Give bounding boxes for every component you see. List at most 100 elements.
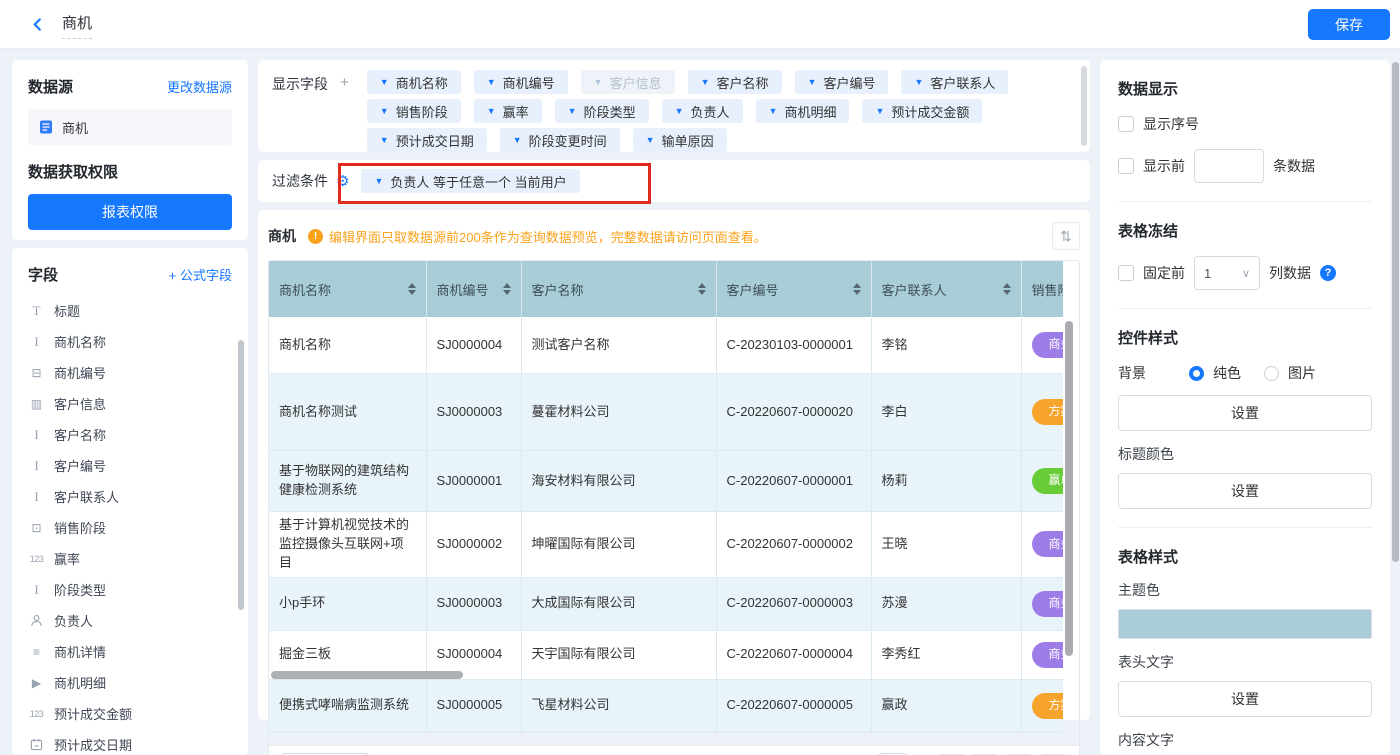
field-item[interactable]: ⊟商机编号: [28, 357, 232, 388]
show-first-checkbox[interactable]: [1118, 158, 1134, 174]
chevron-down-icon: ▼: [769, 106, 778, 116]
cell-text: C-20220607-0000005: [727, 697, 854, 712]
field-item[interactable]: I阶段类型: [28, 574, 232, 605]
back-icon[interactable]: [26, 13, 48, 35]
table-horizontal-scrollbar[interactable]: [271, 671, 463, 679]
display-field-chip[interactable]: ▼ 商机明细: [756, 99, 850, 123]
solid-color-radio[interactable]: [1189, 366, 1204, 381]
field-item[interactable]: ≡商机详情: [28, 636, 232, 667]
row-limit-input[interactable]: [1194, 149, 1264, 183]
table-cell: 基于物联网的建筑结构健康检测系统: [269, 451, 426, 512]
column-header[interactable]: 销售阶段: [1021, 261, 1063, 317]
freeze-checkbox[interactable]: [1118, 265, 1134, 281]
image-radio[interactable]: [1264, 366, 1279, 381]
display-field-chip[interactable]: ▼阶段类型: [555, 99, 649, 123]
table-row[interactable]: 商机名称SJ0000004测试客户名称C-20230103-0000001李铭商…: [269, 317, 1063, 374]
sort-arrows-icon[interactable]: [503, 283, 511, 295]
column-header[interactable]: 客户联系人: [871, 261, 1021, 317]
field-item-label: 预计成交日期: [54, 735, 132, 754]
page-scrollbar[interactable]: [1392, 62, 1399, 562]
preview-notice: ! 编辑界面只取数据源前200条作为查询数据预览，完整数据请访问页面查看。: [308, 227, 767, 246]
display-field-chip[interactable]: ▼商机名称: [367, 70, 461, 94]
document-icon: [38, 119, 54, 135]
sort-order-button[interactable]: ⇅: [1052, 222, 1080, 250]
table-cell: 小p手环: [269, 577, 426, 630]
table-cell: SJ0000004: [426, 317, 521, 374]
freeze-count-select[interactable]: 1 ∨: [1194, 256, 1260, 290]
sort-arrows-icon[interactable]: [698, 283, 706, 295]
gear-icon[interactable]: ⚙: [336, 174, 349, 189]
display-field-chip[interactable]: ▼客户信息: [581, 70, 675, 94]
column-header-label: 商机名称: [279, 280, 331, 299]
sort-arrows-icon[interactable]: [853, 283, 861, 295]
chevron-down-icon: ▼: [808, 77, 817, 87]
field-item[interactable]: ⊡销售阶段: [28, 512, 232, 543]
chip-label: 商机明细: [784, 102, 836, 121]
header-text-set-button[interactable]: 设置: [1118, 681, 1372, 717]
table-row[interactable]: 基于物联网的建筑结构健康检测系统SJ0000001海安材料有限公司C-20220…: [269, 451, 1063, 512]
field-item[interactable]: T标题: [28, 295, 232, 326]
display-field-chip[interactable]: ▼预计成交日期: [367, 128, 487, 152]
person-icon: [28, 614, 45, 627]
column-header[interactable]: 商机名称: [269, 261, 426, 317]
table-cell: C-20220607-0000002: [716, 512, 871, 578]
change-datasource-link[interactable]: 更改数据源: [167, 77, 232, 96]
sort-arrows-icon[interactable]: [1003, 283, 1011, 295]
table-row[interactable]: 基于计算机视觉技术的监控摄像头互联网+项目SJ0000002坤曜国际有限公司C-…: [269, 512, 1063, 578]
display-field-chip[interactable]: ▼客户名称: [688, 70, 782, 94]
display-field-chip[interactable]: ▼负责人: [662, 99, 743, 123]
add-formula-field-link[interactable]: + 公式字段: [169, 265, 232, 284]
background-set-button[interactable]: 设置: [1118, 395, 1372, 431]
filter-condition-chip[interactable]: ▼ 负责人 等于任意一个 当前用户: [361, 169, 579, 193]
field-item[interactable]: ▥客户信息: [28, 388, 232, 419]
fields-scrollbar[interactable]: [238, 340, 244, 610]
table-cell: 基于计算机视觉技术的监控摄像头互联网+项目: [269, 512, 426, 578]
table-vertical-scrollbar[interactable]: [1065, 321, 1073, 656]
table-cell-stage: 商务: [1021, 630, 1063, 679]
table-row[interactable]: 商机名称测试SJ0000003蔓霍材料公司C-20220607-0000020李…: [269, 374, 1063, 451]
stage-badge: 商务: [1032, 531, 1064, 557]
field-item[interactable]: I商机名称: [28, 326, 232, 357]
chips-scrollbar[interactable]: [1081, 66, 1087, 146]
field-item[interactable]: 预计成交日期: [28, 729, 232, 755]
save-button[interactable]: 保存: [1308, 9, 1390, 40]
display-field-chip[interactable]: ▼客户联系人: [901, 70, 1008, 94]
display-field-chip[interactable]: ▼销售阶段: [367, 99, 461, 123]
add-display-field-icon[interactable]: +: [340, 74, 349, 91]
table-row[interactable]: 小p手环SJ0000003大成国际有限公司C-20220607-0000003苏…: [269, 577, 1063, 630]
table-style-title: 表格样式: [1118, 546, 1372, 567]
field-item[interactable]: 123预计成交金额: [28, 698, 232, 729]
warning-icon: !: [308, 229, 323, 244]
column-header[interactable]: 商机编号: [426, 261, 521, 317]
display-field-chip[interactable]: ▼输单原因: [633, 128, 727, 152]
sort-arrows-icon[interactable]: [408, 283, 416, 295]
display-field-chip[interactable]: ▼商机编号: [474, 70, 568, 94]
table-cell-stage: 赢单: [1021, 451, 1063, 512]
chip-label: 预计成交日期: [396, 131, 474, 150]
report-permission-button[interactable]: 报表权限: [28, 194, 232, 230]
field-item[interactable]: I客户名称: [28, 419, 232, 450]
serial-icon: ⊟: [28, 366, 45, 380]
field-item[interactable]: I客户联系人: [28, 481, 232, 512]
chip-label: 预计成交金额: [891, 102, 969, 121]
show-serial-checkbox[interactable]: [1118, 116, 1134, 132]
theme-color-swatch[interactable]: [1118, 609, 1372, 639]
datasource-item[interactable]: 商机: [28, 109, 232, 145]
display-field-chips: ▼商机名称▼商机编号▼客户信息▼客户名称▼客户编号▼客户联系人▼销售阶段▼赢率▼…: [367, 70, 1009, 152]
field-item[interactable]: I客户编号: [28, 450, 232, 481]
column-header[interactable]: 客户名称: [521, 261, 716, 317]
display-field-chip[interactable]: ▼客户编号: [795, 70, 889, 94]
column-header[interactable]: 客户编号: [716, 261, 871, 317]
question-icon[interactable]: ?: [1320, 265, 1336, 281]
display-field-chip[interactable]: ▼预计成交金额: [862, 99, 982, 123]
field-item[interactable]: ▶商机明细: [28, 667, 232, 698]
chip-label: 销售阶段: [396, 102, 448, 121]
display-field-chip[interactable]: ▼赢率: [474, 99, 542, 123]
display-field-chip[interactable]: ▼阶段变更时间: [500, 128, 620, 152]
field-item[interactable]: 123赢率: [28, 543, 232, 574]
table-row[interactable]: 便携式哮喘病监测系统SJ0000005飞星材料公司C-20220607-0000…: [269, 679, 1063, 732]
field-item-label: 阶段类型: [54, 580, 106, 599]
field-item[interactable]: 负责人: [28, 605, 232, 636]
title-color-set-button[interactable]: 设置: [1118, 473, 1372, 509]
page-title[interactable]: 商机: [62, 12, 92, 39]
